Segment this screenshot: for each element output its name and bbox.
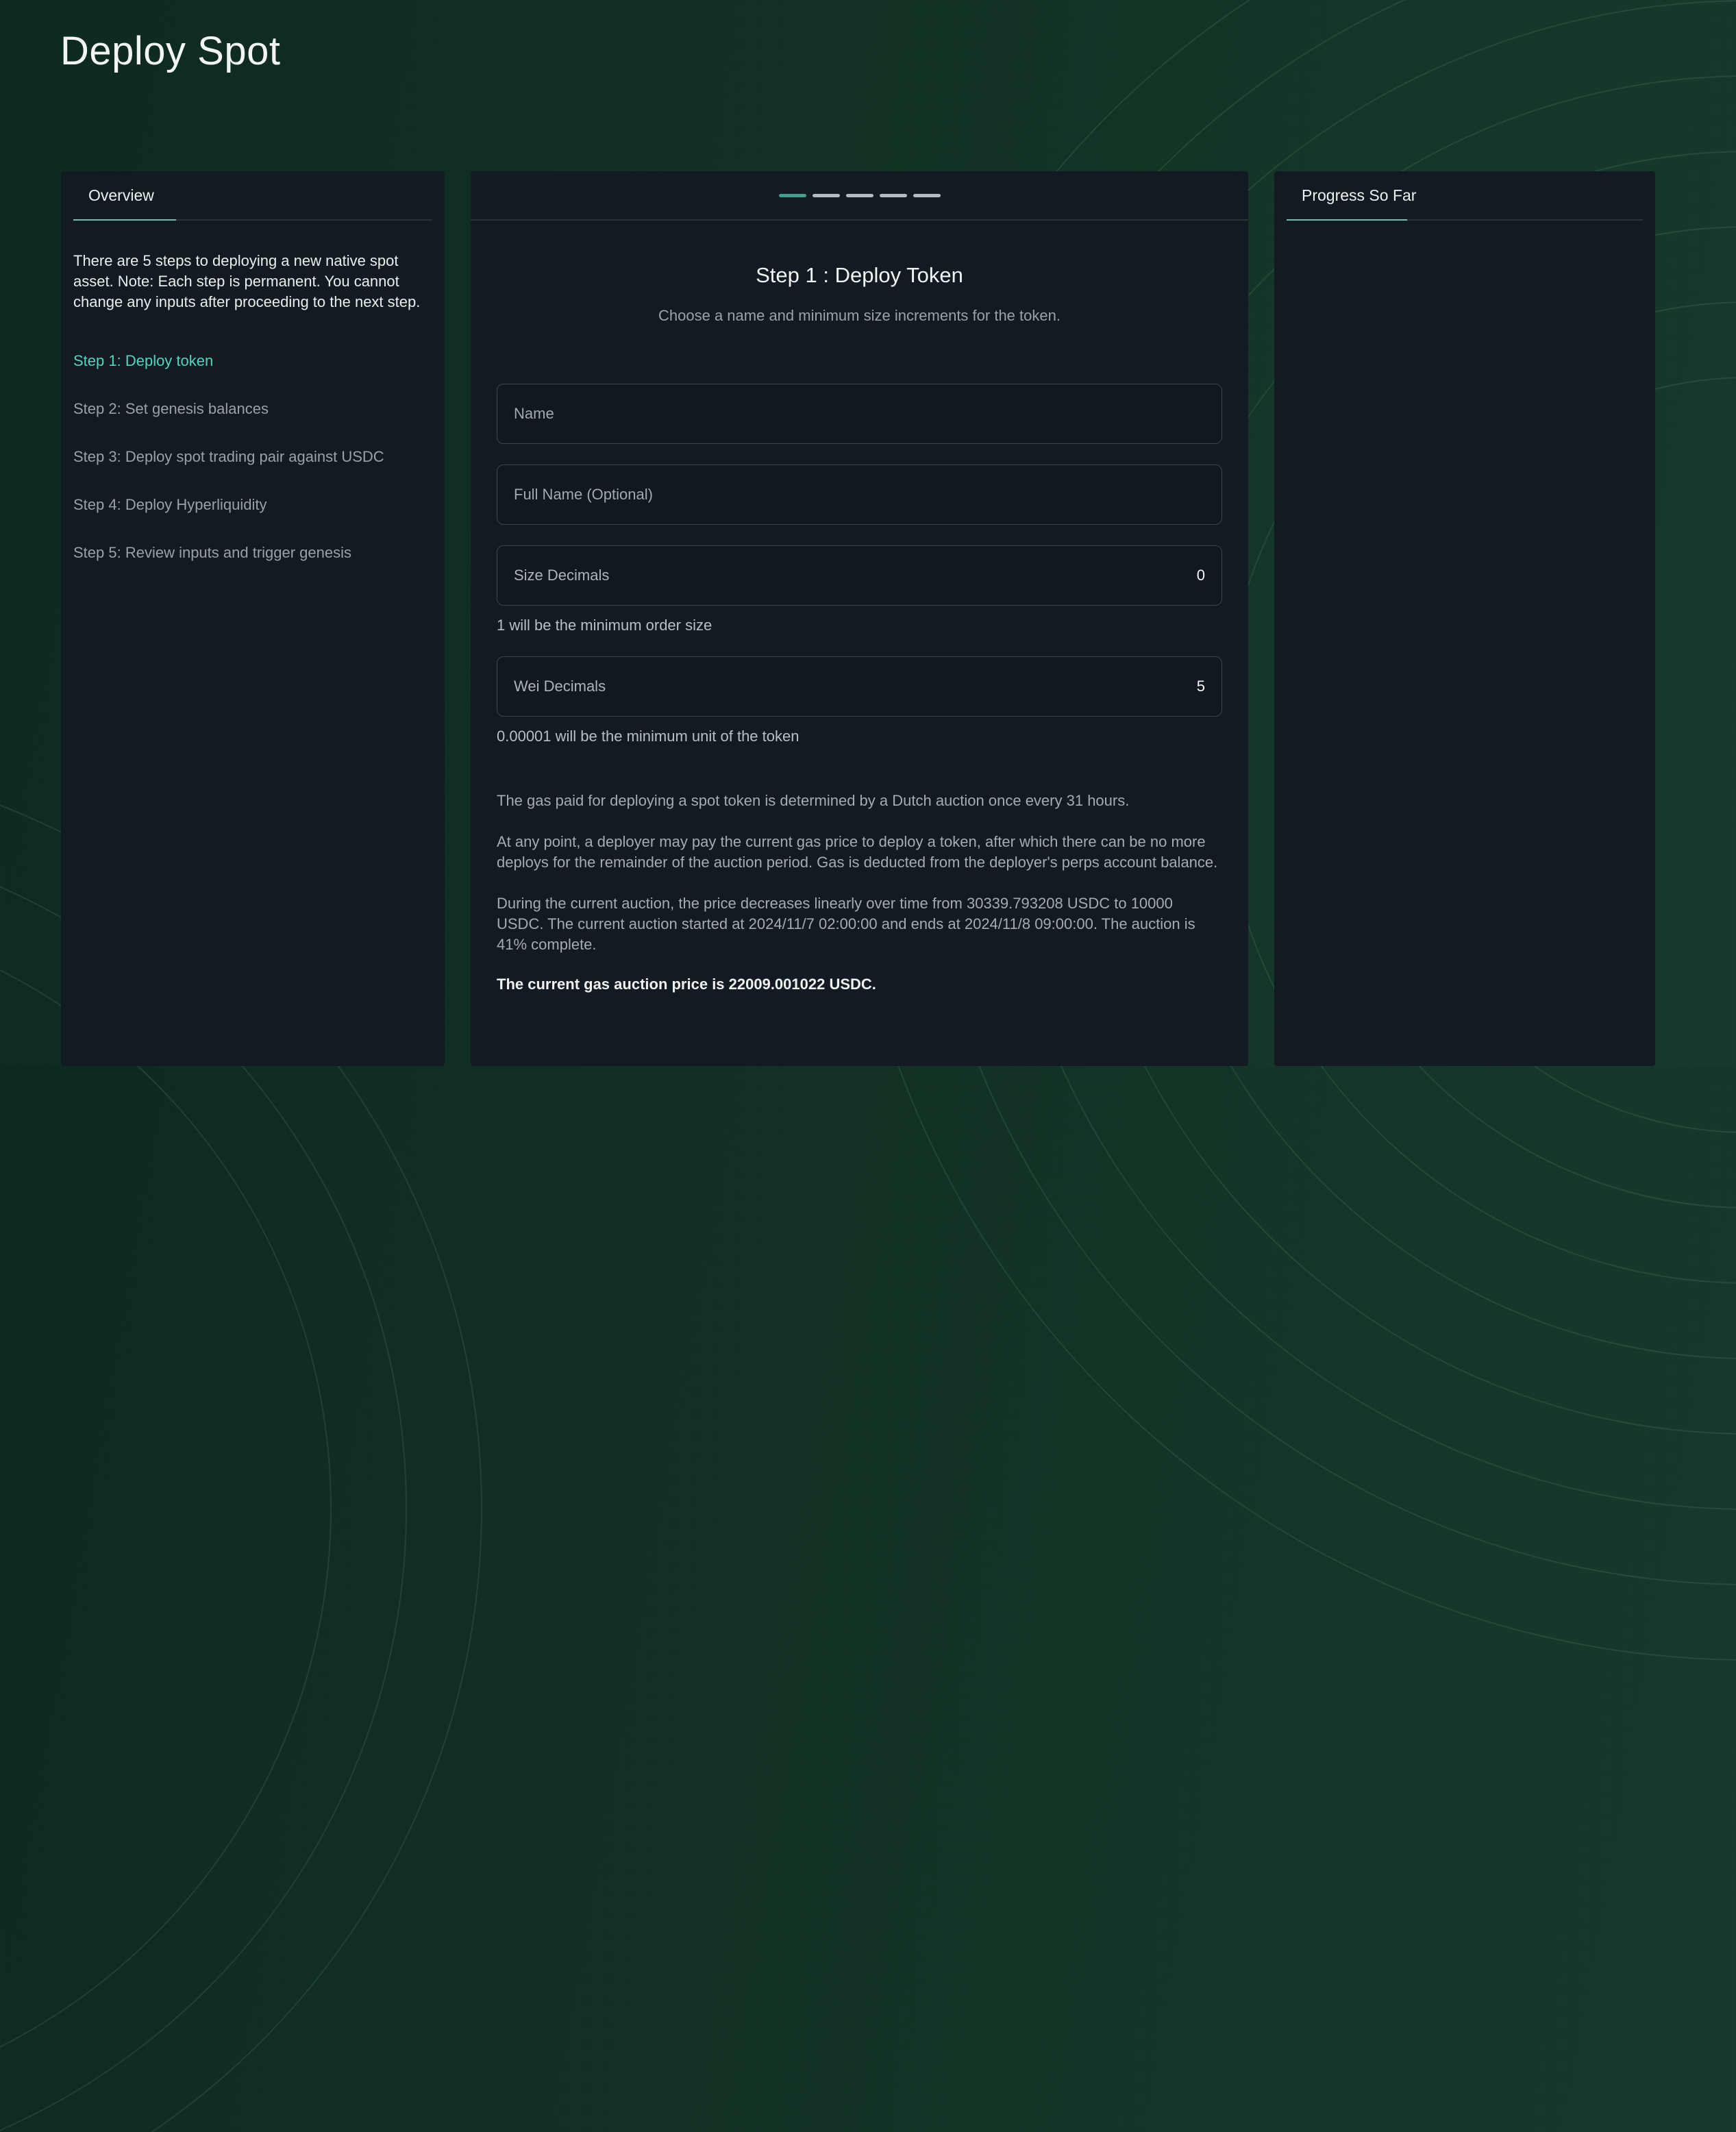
name-input[interactable] xyxy=(514,405,1205,423)
current-gas-price-text: The current gas auction price is 22009.0… xyxy=(497,976,1222,993)
overview-tabbar: Overview xyxy=(73,171,432,221)
name-field-box[interactable] xyxy=(497,384,1222,444)
step-heading: Step 1 : Deploy Token xyxy=(497,263,1222,288)
overview-body: There are 5 steps to deploying a new nat… xyxy=(61,251,445,562)
active-tab-underline xyxy=(73,219,176,221)
active-tab-underline xyxy=(1287,219,1407,221)
progress-panel: Progress So Far xyxy=(1274,171,1655,1066)
deploy-wizard-panel: Step 1 : Deploy Token Choose a name and … xyxy=(471,171,1248,1066)
wei-decimals-helper: 0.00001 will be the minimum unit of the … xyxy=(497,728,1222,745)
size-decimals-label: Size Decimals xyxy=(514,567,1109,584)
step-subheading: Choose a name and minimum size increment… xyxy=(497,307,1222,325)
gas-auction-info: The gas paid for deploying a spot token … xyxy=(497,791,1222,955)
wizard-body: Step 1 : Deploy Token Choose a name and … xyxy=(471,263,1248,993)
full-name-input[interactable] xyxy=(514,486,1205,504)
wizard-stepper xyxy=(471,171,1248,221)
wei-decimals-input[interactable] xyxy=(1109,678,1205,695)
gas-paragraph: At any point, a deployer may pay the cur… xyxy=(497,832,1222,873)
steps-nav-list: Step 1: Deploy token Step 2: Set genesis… xyxy=(73,352,432,562)
sidebar-item-step-4[interactable]: Step 4: Deploy Hyperliquidity xyxy=(73,496,432,514)
sidebar-item-step-5[interactable]: Step 5: Review inputs and trigger genesi… xyxy=(73,544,432,562)
stepper-segment-4 xyxy=(880,194,907,197)
panels-container: Overview There are 5 steps to deploying … xyxy=(61,171,1655,1066)
sidebar-item-step-1[interactable]: Step 1: Deploy token xyxy=(73,352,432,370)
gas-paragraph: The gas paid for deploying a spot token … xyxy=(497,791,1222,811)
tab-overview: Overview xyxy=(88,186,154,205)
overview-panel: Overview There are 5 steps to deploying … xyxy=(61,171,445,1066)
full-name-field-box[interactable] xyxy=(497,464,1222,525)
gas-paragraph: During the current auction, the price de… xyxy=(497,893,1222,955)
size-decimals-helper: 1 will be the minimum order size xyxy=(497,617,1222,634)
stepper-segment-5 xyxy=(913,194,941,197)
wei-decimals-field-box[interactable]: Wei Decimals xyxy=(497,656,1222,717)
size-decimals-field-box[interactable]: Size Decimals xyxy=(497,545,1222,606)
sidebar-item-step-2[interactable]: Step 2: Set genesis balances xyxy=(73,400,432,418)
progress-tabbar: Progress So Far xyxy=(1287,171,1643,221)
overview-intro-text: There are 5 steps to deploying a new nat… xyxy=(73,251,432,312)
stepper-segment-2 xyxy=(813,194,840,197)
size-decimals-input[interactable] xyxy=(1109,567,1205,584)
stepper-segment-1 xyxy=(779,194,806,197)
stepper-segment-3 xyxy=(846,194,873,197)
page-title: Deploy Spot xyxy=(60,28,280,74)
tab-progress-so-far: Progress So Far xyxy=(1302,186,1416,205)
sidebar-item-step-3[interactable]: Step 3: Deploy spot trading pair against… xyxy=(73,448,432,466)
wei-decimals-label: Wei Decimals xyxy=(514,678,1109,695)
